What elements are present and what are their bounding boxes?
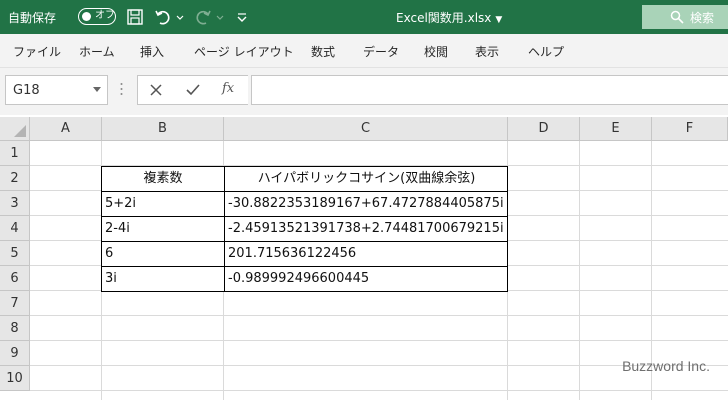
formula-bar: G18 fx [0, 68, 728, 115]
cell-c2-header[interactable]: ハイパボリックコサイン(双曲線余弦) [225, 167, 508, 192]
row-header-1[interactable]: 1 [0, 141, 30, 166]
customize-icon[interactable] [235, 8, 249, 26]
gridline [30, 315, 728, 316]
formula-input[interactable] [251, 75, 728, 105]
undo-icon[interactable] [154, 8, 172, 26]
data-table: 複素数 ハイパボリックコサイン(双曲線余弦) 5+2i -30.88223531… [101, 166, 508, 292]
tab-help[interactable]: ヘルプ [528, 43, 564, 60]
search-box[interactable]: 検索 [642, 5, 728, 29]
cell-b4[interactable]: 2-4i [102, 217, 224, 242]
row-header-7[interactable]: 7 [0, 291, 30, 316]
row-header-8[interactable]: 8 [0, 316, 30, 341]
cell-b3[interactable]: 5+2i [102, 192, 224, 217]
autosave-state: オフ [95, 10, 115, 21]
cell-b6[interactable]: 3i [102, 267, 224, 292]
row-header-3[interactable]: 3 [0, 191, 30, 216]
row-header-2[interactable]: 2 [0, 166, 30, 191]
gridline [30, 390, 728, 391]
tab-home[interactable]: ホーム [79, 43, 115, 60]
cell-c6[interactable]: -0.989992496600445 [225, 267, 508, 292]
autosave-toggle[interactable]: オフ [78, 8, 116, 25]
column-header-d[interactable]: D [508, 117, 580, 141]
row-header-9[interactable]: 9 [0, 341, 30, 366]
tab-view[interactable]: 表示 [475, 43, 499, 60]
column-header-b[interactable]: B [102, 117, 224, 141]
spreadsheet-grid: A B C D E F 1 2 3 4 5 6 7 8 9 10 複素数 ハイパ… [0, 117, 728, 400]
search-label: 検索 [690, 11, 715, 25]
name-box[interactable]: G18 [5, 75, 108, 105]
cancel-icon[interactable] [150, 84, 162, 96]
tab-insert[interactable]: 挿入 [140, 43, 164, 60]
file-title[interactable]: Excel関数用.xlsx ▼ [396, 9, 502, 26]
cell-b5[interactable]: 6 [102, 242, 224, 267]
column-header-a[interactable]: A [30, 117, 102, 141]
cell-c3[interactable]: -30.8822353189167+67.4727884405875i [225, 192, 508, 217]
search-icon [670, 10, 684, 24]
column-header-f[interactable]: F [652, 117, 728, 141]
column-header-c[interactable]: C [224, 117, 508, 141]
row-header-5[interactable]: 5 [0, 241, 30, 266]
tab-file[interactable]: ファイル [13, 43, 61, 60]
title-chevron-down-icon: ▼ [495, 15, 503, 25]
name-box-chevron-down-icon[interactable] [93, 87, 101, 92]
select-all-triangle-icon [14, 125, 26, 137]
redo-dropdown-icon[interactable] [215, 8, 225, 26]
file-title-text: Excel関数用.xlsx [396, 11, 492, 25]
autosave-label: 自動保存 [8, 11, 57, 25]
cell-c5[interactable]: 201.715636122456 [225, 242, 508, 267]
undo-dropdown-icon[interactable] [175, 8, 185, 26]
toggle-knob [82, 11, 91, 21]
row-header-10[interactable]: 10 [0, 366, 30, 391]
tab-review[interactable]: 校閲 [424, 43, 448, 60]
title-bar: 自動保存 オフ Excel関数用.xlsx ▼ 検索 [0, 0, 728, 34]
cell-b2-header[interactable]: 複素数 [102, 167, 224, 192]
row-header-4[interactable]: 4 [0, 216, 30, 241]
ribbon-tabs: ファイル ホーム 挿入 ページ レイアウト 数式 データ 校閲 表示 ヘルプ [0, 34, 728, 68]
function-icon[interactable]: fx [222, 81, 234, 96]
tab-data[interactable]: データ [363, 43, 399, 60]
cell-c4[interactable]: -2.45913521391738+2.74481700679215i [225, 217, 508, 242]
watermark: Buzzword Inc. [622, 358, 710, 374]
gridline [579, 141, 580, 400]
formula-buttons: fx [137, 75, 248, 105]
column-header-e[interactable]: E [580, 117, 652, 141]
enter-icon[interactable] [186, 84, 200, 96]
gridline [30, 340, 728, 341]
tab-page-layout[interactable]: ページ レイアウト [194, 43, 294, 60]
save-icon[interactable] [126, 8, 144, 26]
more-options-icon[interactable] [120, 82, 123, 96]
name-box-value: G18 [13, 83, 40, 98]
select-all-button[interactable] [0, 117, 30, 141]
row-header-6[interactable]: 6 [0, 266, 30, 291]
tab-formulas[interactable]: 数式 [311, 43, 335, 60]
redo-icon[interactable] [194, 8, 212, 26]
